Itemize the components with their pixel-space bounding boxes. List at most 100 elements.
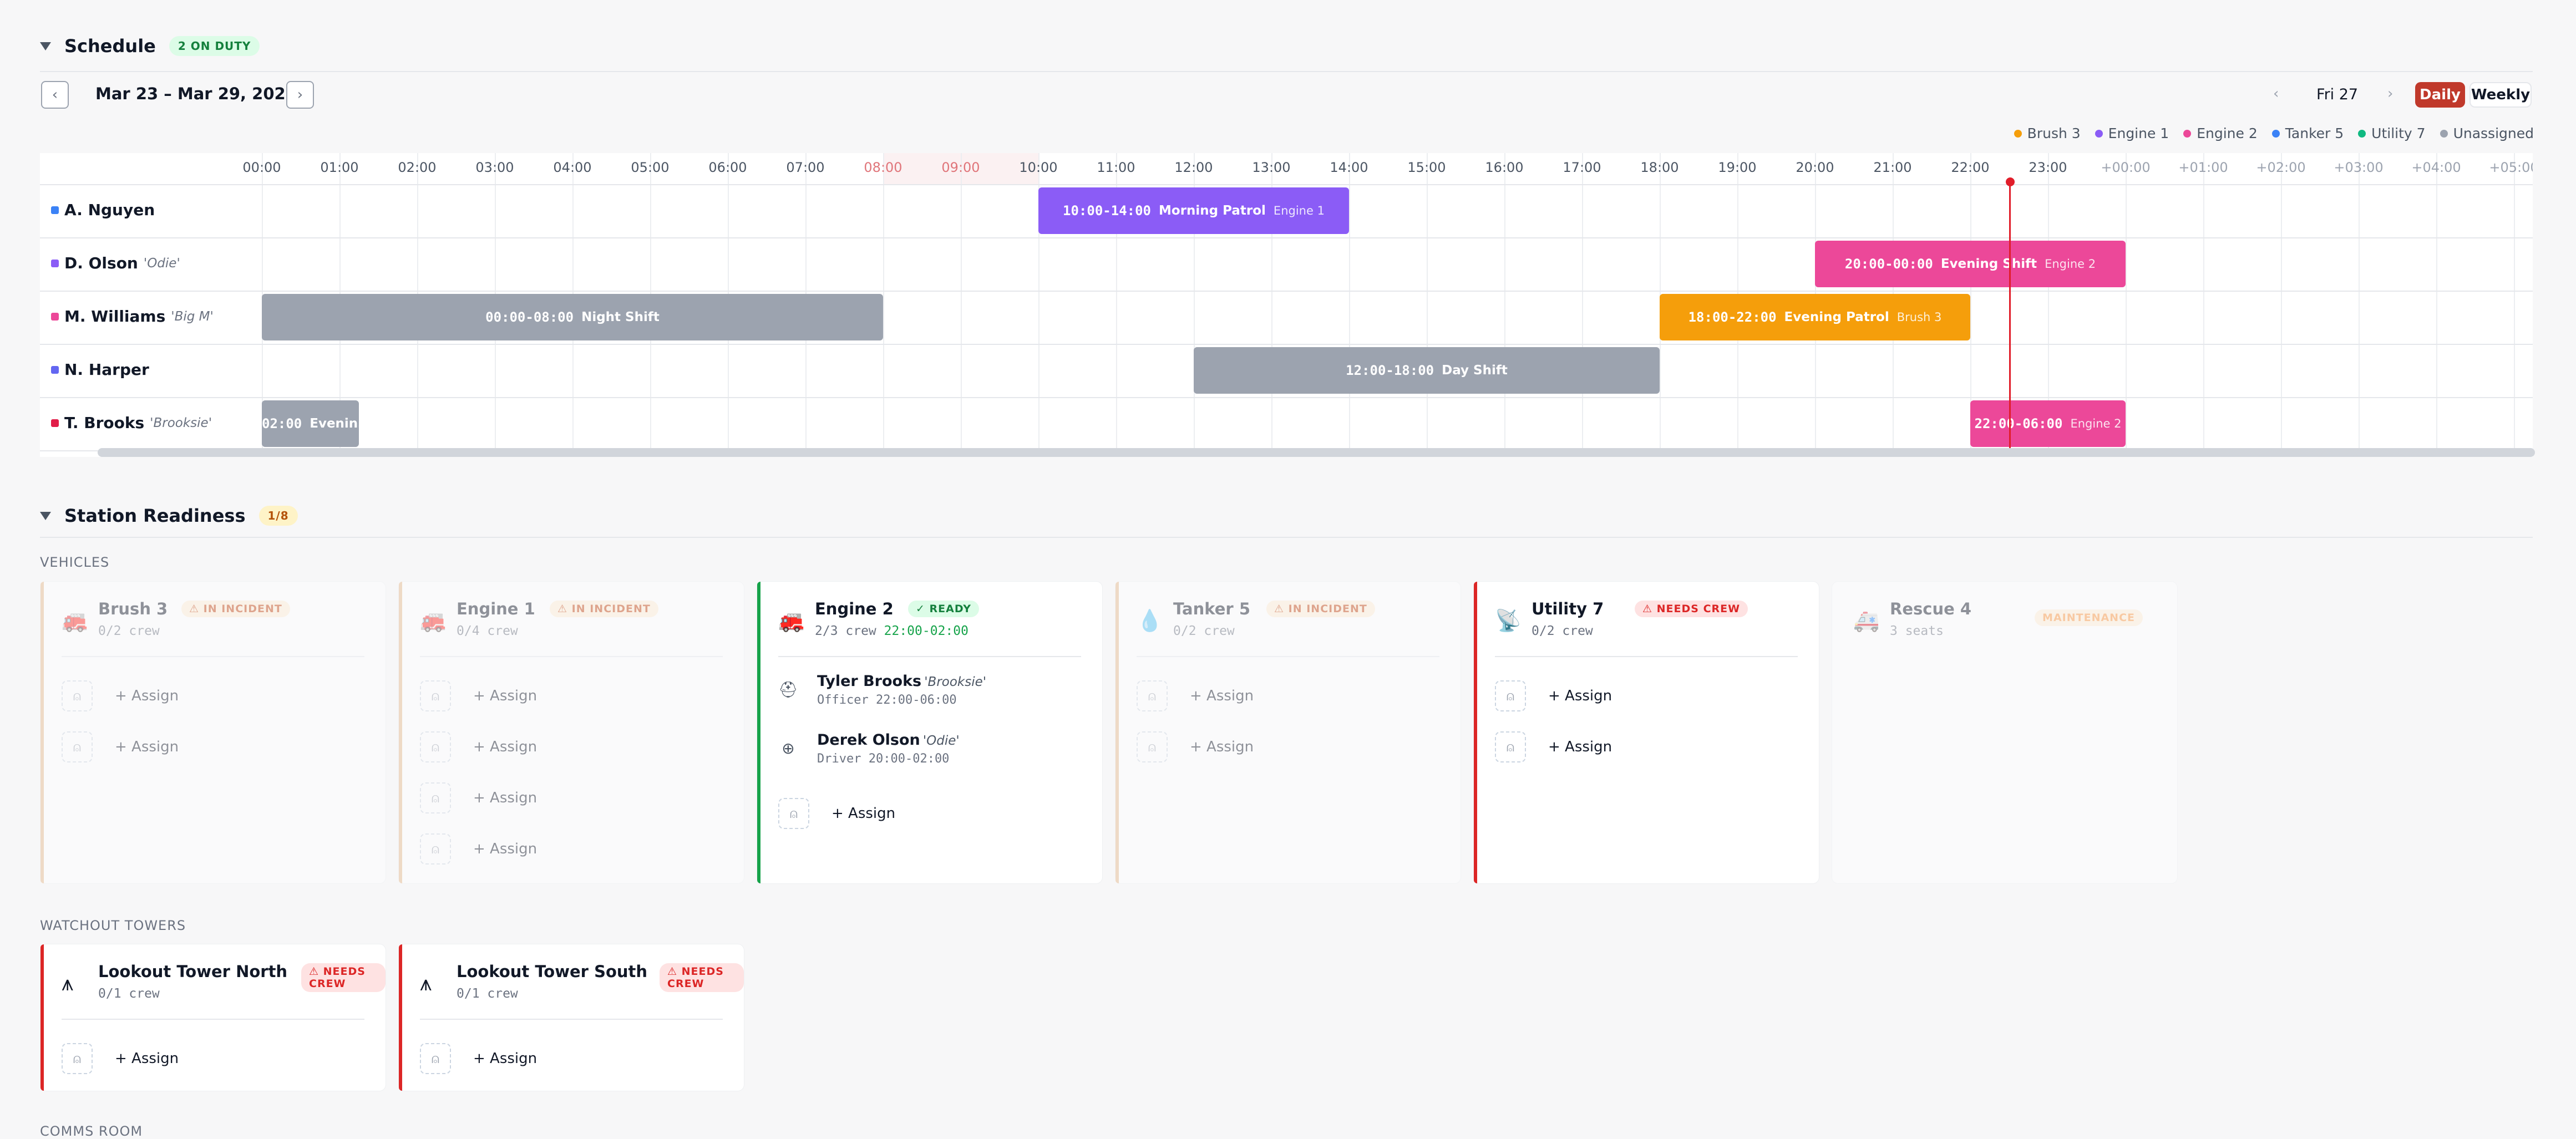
legend-item: Tanker 5 — [2271, 125, 2344, 141]
unit-name: Tanker 5 — [1173, 599, 1251, 618]
weekly-view-toggle[interactable]: Weekly — [2469, 82, 2532, 108]
crew-member[interactable]: ⛑ Tyler Brooks 'Brooksie' Officer 22:00-06… — [778, 673, 986, 707]
shift-name: Day Shift — [1442, 363, 1508, 378]
shift-block[interactable]: 00:00-08:00 Night Shift — [262, 294, 883, 340]
vehicle-card[interactable]: 🚒 Brush 3 ⚠ IN INCIDENT 0/2 crew ⍝ + Assign ⍝ +… — [40, 581, 386, 884]
assign-button[interactable]: + Assign — [473, 688, 537, 704]
person-placeholder-icon: ⍝ — [778, 798, 809, 829]
assign-button[interactable]: + Assign — [1548, 739, 1612, 755]
card-divider — [1137, 656, 1439, 657]
person-label[interactable]: A. Nguyen — [51, 201, 155, 219]
crew-count-text: 3 seats — [1890, 624, 1944, 638]
member-name: Tyler Brooks — [817, 673, 922, 690]
assign-button[interactable]: + Assign — [831, 805, 895, 822]
shift-block[interactable]: 10:00-14:00 Morning Patrol Engine 1 — [1038, 187, 1349, 234]
assign-slot[interactable]: ⍝ + Assign — [62, 680, 179, 711]
shift-block[interactable]: 12:00-18:00 Day Shift — [1194, 347, 1660, 394]
hour-label: 06:00 — [708, 160, 747, 175]
shift-time: 22:00-06:00 — [1974, 416, 2063, 431]
assign-slot[interactable]: ⍝ + Assign — [1495, 731, 1612, 762]
unit-name: Engine 2 — [815, 599, 894, 618]
person-label[interactable]: M. Williams 'Big M' — [51, 307, 214, 326]
member-role: Driver 20:00-02:00 — [817, 752, 960, 766]
assign-slot[interactable]: ⍝ + Assign — [778, 798, 895, 829]
status-badge: ⚠ IN INCIDENT — [1266, 601, 1375, 617]
person-label[interactable]: T. Brooks 'Brooksie' — [51, 414, 212, 432]
assign-slot[interactable]: ⍝ + Assign — [1495, 680, 1612, 711]
hour-label: 12:00 — [1174, 160, 1213, 175]
assign-slot[interactable]: ⍝ + Assign — [62, 1043, 179, 1074]
assign-button[interactable]: + Assign — [473, 841, 537, 857]
shift-unit: Engine 2 — [2070, 417, 2122, 430]
member-name-row: Derek Olson 'Odie' — [817, 731, 960, 749]
assign-slot[interactable]: ⍝ + Assign — [1137, 680, 1254, 711]
hour-label: +00:00 — [2101, 160, 2151, 175]
person-label[interactable]: D. Olson 'Odie' — [51, 254, 180, 272]
member-role-text: Driver — [817, 752, 861, 766]
assign-slot[interactable]: ⍝ + Assign — [420, 1043, 537, 1074]
shift-block[interactable]: 20:00-00:00 Evening Shift Engine 2 — [1815, 241, 2126, 287]
hour-label: 10:00 — [1019, 160, 1058, 175]
unit-name: Engine 1 — [457, 599, 535, 618]
assign-slot[interactable]: ⍝ + Assign — [420, 731, 537, 762]
assign-button[interactable]: + Assign — [1190, 739, 1254, 755]
shift-name: Night Shift — [581, 310, 660, 324]
app-root: Schedule 2 ON DUTY ‹ Mar 23 – Mar 29, 20… — [0, 0, 2576, 1139]
card-divider — [62, 656, 364, 657]
vehicle-card[interactable]: 🚑 Rescue 4 MAINTENANCE 3 seats — [1832, 581, 2178, 884]
status-badge: ⚠ NEEDS CREW — [1635, 601, 1748, 617]
assign-button[interactable]: + Assign — [1190, 688, 1254, 704]
hour-gridline — [2436, 153, 2437, 457]
assign-button[interactable]: + Assign — [115, 1050, 179, 1067]
assign-button[interactable]: + Assign — [1548, 688, 1612, 704]
assign-slot[interactable]: ⍝ + Assign — [62, 731, 179, 762]
tower-icon: ⩚ — [420, 971, 432, 995]
member-info: Tyler Brooks 'Brooksie' Officer 22:00-06:… — [817, 673, 986, 707]
legend-label: Engine 2 — [2197, 125, 2258, 141]
next-week-button[interactable]: › — [286, 81, 314, 109]
person-label[interactable]: N. Harper — [51, 360, 149, 379]
vehicle-card[interactable]: ⩚ Lookout Tower North ⚠ NEEDS CREW 0/1 crew… — [40, 944, 386, 1091]
shift-block[interactable]: 02:00 Evenin… — [262, 400, 359, 447]
assign-slot[interactable]: ⍝ + Assign — [420, 782, 537, 813]
assign-slot[interactable]: ⍝ + Assign — [420, 680, 537, 711]
current-day-label: Fri 27 — [2316, 86, 2359, 103]
hour-label: 21:00 — [1873, 160, 1912, 175]
legend-item: Brush 3 — [2014, 125, 2081, 141]
shift-block[interactable]: 22:00-06:00 Engine 2 — [1970, 400, 2126, 447]
row-divider — [40, 397, 2533, 398]
unit-name: Lookout Tower South — [457, 962, 648, 981]
vehicle-card[interactable]: 💧 Tanker 5 ⚠ IN INCIDENT 0/2 crew ⍝ + Assign ⍝… — [1115, 581, 1461, 884]
assign-button[interactable]: + Assign — [115, 688, 179, 704]
vehicle-card[interactable]: ⩚ Lookout Tower South ⚠ NEEDS CREW 0/1 crew… — [398, 944, 744, 1091]
vehicle-card[interactable]: 🚒 Engine 1 ⚠ IN INCIDENT 0/4 crew ⍝ + Assign ⍝… — [398, 581, 744, 884]
collapse-caret-icon[interactable] — [40, 511, 51, 520]
crew-count-text: 2/3 crew — [815, 624, 876, 638]
member-info: Derek Olson 'Odie' Driver 20:00-02:00 — [817, 731, 960, 766]
shift-block[interactable]: 18:00-22:00 Evening Patrol Brush 3 — [1660, 294, 1970, 340]
vehicles-label: VEHICLES — [40, 555, 110, 570]
collapse-caret-icon[interactable] — [40, 42, 51, 50]
assign-button[interactable]: + Assign — [473, 790, 537, 806]
assign-button[interactable]: + Assign — [473, 739, 537, 755]
vehicle-card[interactable]: 🚒 Engine 2 ✓ READY 2/3 crew 22:00-02:00 ⛑ Tyl… — [757, 581, 1103, 884]
vehicle-card[interactable]: 📡 Utility 7 ⚠ NEEDS CREW 0/2 crew ⍝ + Assign ⍝… — [1473, 581, 1819, 884]
schedule-timeline[interactable]: 00:00 01:00 02:00 03:00 04:00 05:00 06:00 07:00… — [40, 153, 2533, 457]
assign-button[interactable]: + Assign — [473, 1050, 537, 1067]
card-divider — [1495, 656, 1798, 657]
daily-view-toggle[interactable]: Daily — [2415, 82, 2465, 108]
assign-button[interactable]: + Assign — [115, 739, 179, 755]
shift-unit: Brush 3 — [1896, 311, 1942, 324]
hour-gridline — [1504, 153, 1505, 457]
prev-day-button[interactable]: ‹ — [2273, 85, 2279, 102]
assign-slot[interactable]: ⍝ + Assign — [420, 833, 537, 865]
timeline-scrollbar[interactable] — [98, 448, 2535, 457]
prev-week-button[interactable]: ‹ — [41, 81, 69, 109]
hour-gridline — [1582, 153, 1583, 457]
readiness-header[interactable]: Station Readiness 1/8 — [40, 505, 298, 526]
schedule-header[interactable]: Schedule 2 ON DUTY — [40, 35, 260, 57]
next-day-button[interactable]: › — [2387, 85, 2393, 102]
hour-gridline — [883, 153, 884, 457]
assign-slot[interactable]: ⍝ + Assign — [1137, 731, 1254, 762]
crew-member[interactable]: ⊕ Derek Olson 'Odie' Driver 20:00-02:00 — [778, 731, 960, 766]
